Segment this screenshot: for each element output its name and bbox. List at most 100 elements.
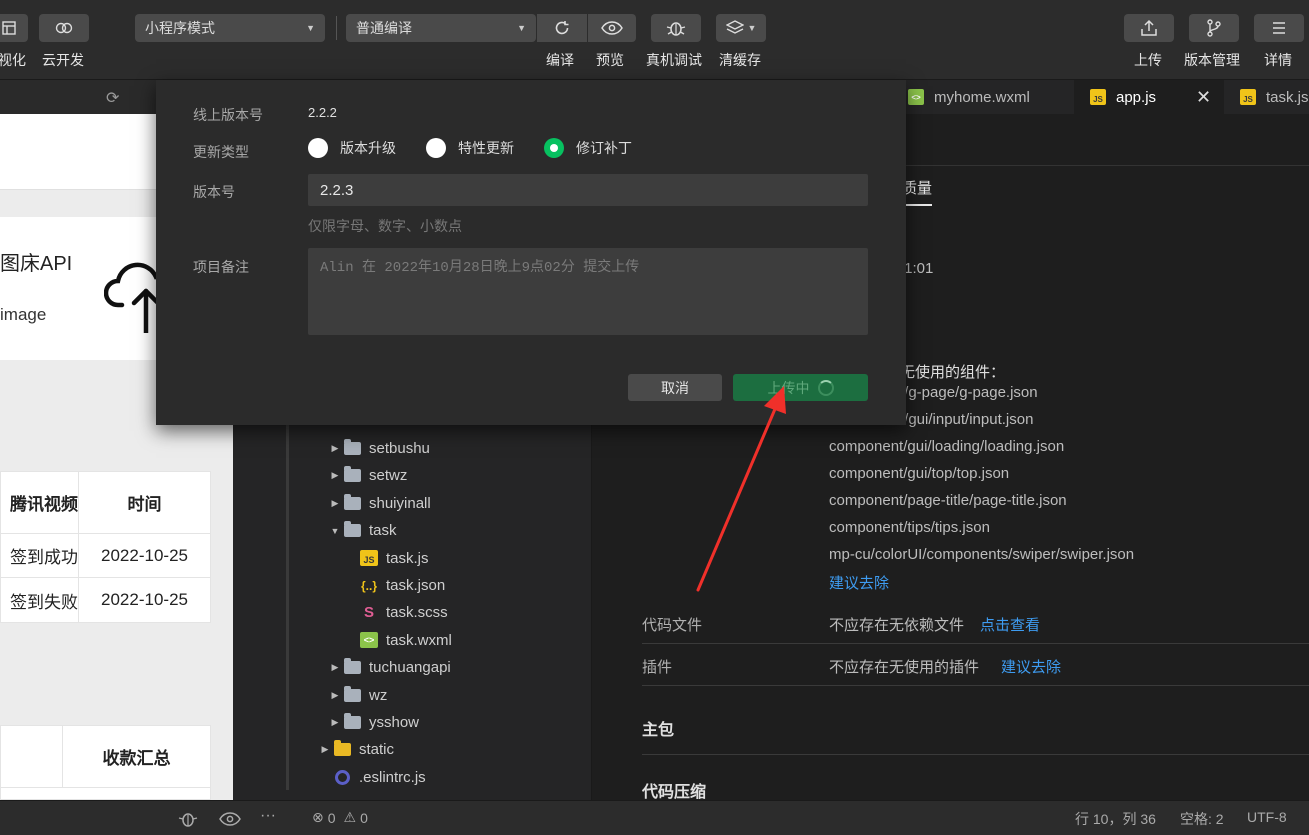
folder-shape — [343, 685, 361, 702]
view-files-link[interactable]: 点击查看 — [980, 614, 1040, 635]
divider — [642, 643, 1309, 644]
chevron-down-icon: ▼ — [306, 23, 315, 33]
tab-app-js[interactable]: JS app.js ✕ — [1074, 80, 1224, 114]
tree-item-label: task — [369, 522, 397, 540]
chevron-right-icon: ▶ — [331, 443, 339, 453]
visual-button[interactable] — [0, 14, 28, 42]
tree-item-label: wz — [369, 686, 388, 704]
table-cell: 2022-10-25 — [101, 545, 188, 565]
radio-patch[interactable]: 修订补丁 — [544, 138, 632, 158]
spinner-icon — [817, 379, 834, 396]
encoding[interactable]: UTF-8 — [1247, 809, 1287, 825]
update-type-radios: 版本升级 特性更新 修订补丁 — [308, 138, 662, 158]
tree-item[interactable]: ▶ setwz — [327, 462, 407, 489]
upload-label: 上传 — [1134, 52, 1162, 68]
unused-components-title: 无使用的组件： — [900, 364, 1006, 381]
compile-button[interactable] — [537, 14, 587, 42]
chevron-right-icon: ▶ — [321, 744, 329, 755]
refresh-icon[interactable]: ⟳ — [106, 88, 119, 108]
tree-item[interactable]: <> task.wxml — [352, 627, 452, 654]
tab-label: myhome.wxml — [934, 88, 1030, 106]
problems-indicator[interactable]: ⊗ 0 ⚠ 0 — [312, 809, 368, 826]
radio-label: 特性更新 — [458, 140, 514, 156]
divider — [642, 754, 1309, 755]
cursor-position[interactable]: 行 10，列 36 — [1075, 809, 1156, 829]
tab-task-js[interactable]: JS task.js — [1232, 80, 1309, 114]
code-compress-heading: 代码压缩 — [642, 784, 707, 801]
radio-indicator[interactable] — [544, 138, 564, 158]
tree-item[interactable]: ▶ wz — [327, 682, 387, 709]
tree-item[interactable]: ▶ shuiyinall — [327, 490, 431, 517]
folder-icon — [343, 466, 361, 484]
bug-icon[interactable] — [178, 810, 198, 828]
json-file-icon: {..} — [360, 578, 377, 593]
tree-item-label: task.json — [386, 577, 446, 594]
chevron-right-icon: ▶ — [331, 497, 339, 508]
tree-item-label: task.wxml — [386, 631, 452, 649]
chevron-down-icon: ▼ — [330, 525, 340, 536]
tree-item-label: static — [359, 741, 395, 759]
details-button[interactable] — [1254, 14, 1304, 42]
tree-item[interactable]: ▶ static — [317, 736, 394, 763]
cloud-dev-button[interactable] — [39, 14, 89, 42]
layers-icon — [725, 20, 744, 34]
scrollbar[interactable] — [286, 420, 289, 790]
table-cell: 签到失败 — [1, 578, 79, 622]
tree-item[interactable]: {..} task.json — [352, 572, 445, 599]
folder-shape — [343, 439, 361, 455]
tree-item-label: task.js — [386, 549, 429, 567]
plugins-remove-link[interactable]: 建议去除 — [1001, 656, 1061, 677]
radio-version-upgrade[interactable]: 版本升级 — [308, 138, 396, 158]
tree-item[interactable]: ▶ tuchuangapi — [327, 654, 451, 681]
tab-label: app.js — [1116, 88, 1157, 106]
online-version-label: 线上版本号 — [193, 107, 263, 123]
compile-label: 编译 — [546, 52, 574, 68]
radio-indicator[interactable] — [308, 138, 328, 158]
folder-shape — [343, 466, 361, 483]
js-file-icon: JS — [360, 550, 378, 567]
remote-debug-label: 真机调试 — [646, 52, 702, 68]
radio-feature-update[interactable]: 特性更新 — [426, 138, 514, 158]
tree-item[interactable]: Stask.scss — [352, 599, 448, 626]
folder-shape — [343, 713, 361, 729]
tree-item[interactable]: ▶ ysshow — [327, 709, 419, 736]
table-header-row: 收款汇总 — [1, 726, 210, 788]
version-input[interactable] — [308, 174, 868, 206]
chevron-right-icon: ▶ — [331, 470, 339, 481]
version-manage-button[interactable] — [1189, 14, 1239, 42]
tree-item[interactable]: .eslintrc.js — [317, 764, 426, 791]
clear-cache-button[interactable]: ▼ — [716, 14, 766, 42]
chevron-right-icon: ▶ — [331, 689, 339, 700]
tree-item[interactable]: JS task.js — [352, 545, 429, 572]
wxml-file-icon: <> — [360, 632, 378, 649]
table-row: 签到失败 2022-10-25 — [1, 578, 210, 622]
remark-textarea[interactable] — [308, 248, 868, 335]
tree-item[interactable]: ▶ setbushu — [327, 435, 430, 462]
upload-button[interactable] — [1124, 14, 1174, 42]
mode-select[interactable]: 小程序模式 ▼ — [135, 14, 325, 42]
close-icon[interactable]: ✕ — [1196, 87, 1211, 108]
eye-icon[interactable] — [219, 812, 241, 826]
compile-select[interactable]: 普通编译 ▼ — [346, 14, 536, 42]
tab-myhome-wxml[interactable]: <> myhome.wxml — [908, 80, 1068, 114]
more-icon[interactable]: ··· — [260, 807, 276, 825]
component-path: component/tips/tips.json — [829, 519, 990, 536]
tree-item-label: .eslintrc.js — [359, 768, 426, 786]
remote-debug-button[interactable] — [651, 14, 701, 42]
suggest-remove-link[interactable]: 建议去除 — [829, 572, 889, 593]
radio-label: 修订补丁 — [576, 140, 632, 156]
preview-button[interactable] — [588, 14, 636, 42]
details-label: 详情 — [1264, 52, 1292, 68]
tab-label: task.js — [1266, 88, 1309, 106]
warning-count: 0 — [360, 809, 368, 826]
indentation[interactable]: 空格: 2 — [1180, 809, 1224, 829]
tab-quality[interactable]: 质量 — [902, 177, 933, 206]
folder-icon — [343, 713, 361, 731]
plugins-label: 插件 — [642, 659, 673, 676]
divider — [642, 685, 1309, 686]
radio-indicator[interactable] — [426, 138, 446, 158]
plugins-text: 不应存在无使用的插件 — [829, 659, 980, 676]
tree-item[interactable]: ▼ task — [327, 517, 397, 544]
upload-dialog: 线上版本号 2.2.2 更新类型 版本升级 特性更新 修订补丁 版本号 仅限字母… — [156, 80, 906, 425]
tree-item-label: setbushu — [369, 440, 430, 457]
